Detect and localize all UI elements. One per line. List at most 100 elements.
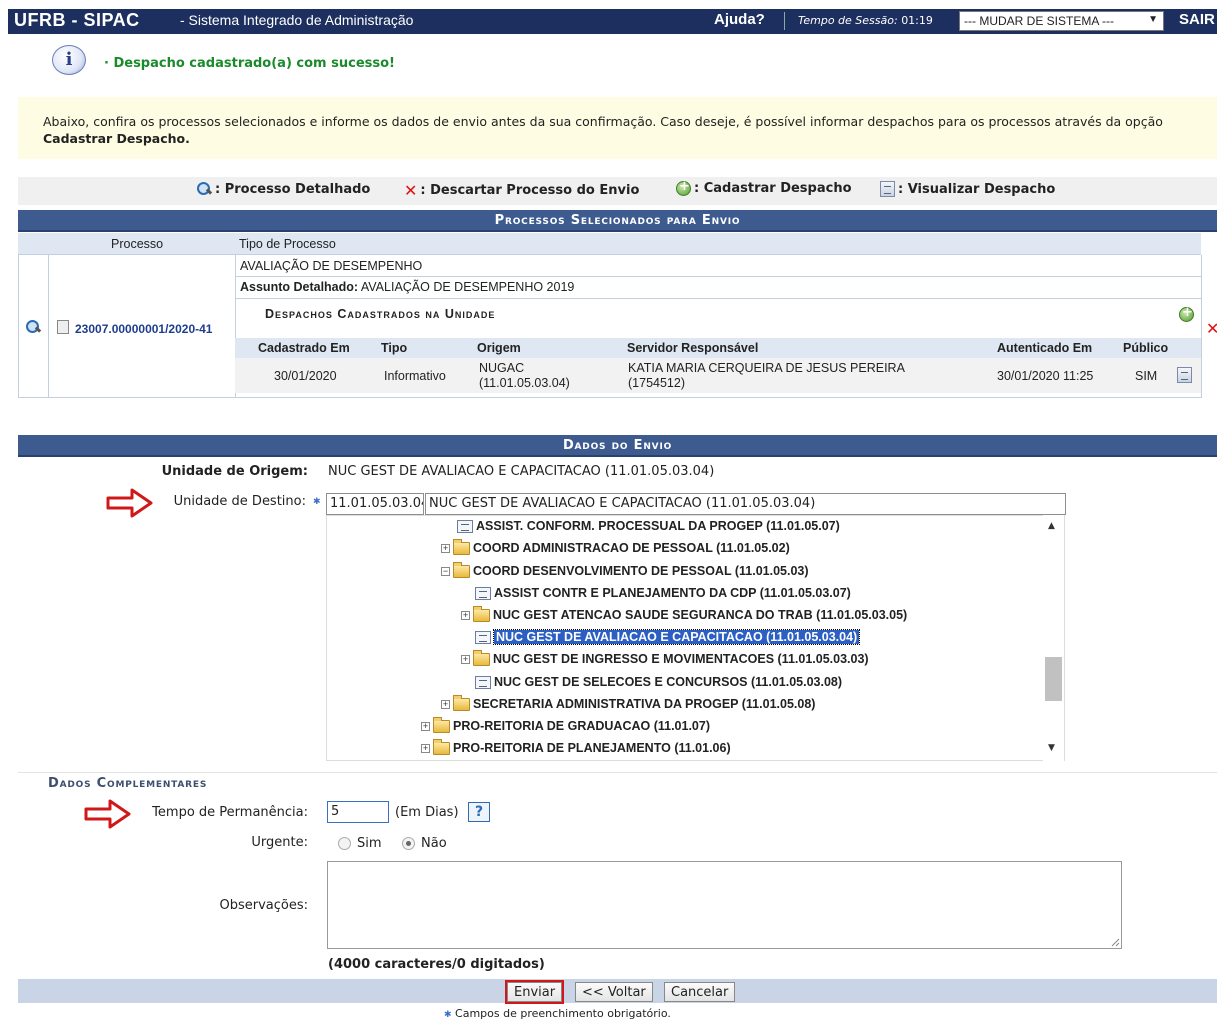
origin-unit-value: NUC GEST DE AVALIACAO E CAPACITACAO (11.… bbox=[328, 464, 715, 479]
dispatch-origin: NUGAC bbox=[479, 361, 525, 375]
top-bar: UFRB - SIPAC - Sistema Integrado de Admi… bbox=[8, 9, 1217, 34]
observations-label: Observações: bbox=[219, 898, 308, 913]
scroll-down-icon[interactable]: ▼ bbox=[1048, 743, 1055, 753]
unit-leaf-icon bbox=[475, 675, 491, 689]
system-select[interactable]: --- MUDAR DE SISTEMA --- ▼ bbox=[959, 11, 1164, 31]
tree-node[interactable]: + NUC GEST DE INGRESSO E MOVIMENTACOES (1… bbox=[461, 649, 869, 666]
unit-leaf-icon bbox=[475, 630, 491, 644]
urgent-no-radio[interactable]: Não bbox=[402, 836, 447, 851]
time-input[interactable]: 5 bbox=[327, 801, 389, 823]
success-message: · Despacho cadastrado(a) com sucesso! bbox=[104, 56, 395, 71]
time-label: Tempo de Permanência: bbox=[152, 805, 308, 820]
expand-icon[interactable]: + bbox=[461, 654, 470, 664]
tree-node[interactable]: NUC GEST DE SELECOES E CONCURSOS (11.01.… bbox=[475, 675, 842, 689]
dispatch-row: 30/01/2020 Informativo NUGAC (11.01.05.0… bbox=[235, 358, 1201, 393]
folder-icon bbox=[473, 649, 490, 666]
time-unit: (Em Dias) bbox=[395, 805, 459, 820]
col-origin: Origem bbox=[477, 341, 521, 355]
expand-icon[interactable]: + bbox=[421, 743, 430, 753]
printer-icon[interactable] bbox=[57, 320, 69, 334]
dispatch-public: SIM bbox=[1135, 369, 1158, 383]
tree-node[interactable]: + COORD ADMINISTRACAO DE PESSOAL (11.01.0… bbox=[441, 538, 790, 555]
instructions-box: Abaixo, confira os processos selecionado… bbox=[18, 97, 1217, 159]
magnifier-icon bbox=[196, 181, 212, 197]
info-icon: i bbox=[52, 45, 86, 75]
cancel-button[interactable]: Cancelar bbox=[664, 982, 736, 1002]
complement-section-title: Dados Complementares bbox=[48, 776, 208, 791]
dispatch-header-row: Cadastrado Em Tipo Origem Servidor Respo… bbox=[235, 338, 1201, 358]
add-dispatch-icon bbox=[676, 179, 691, 196]
unit-leaf-icon bbox=[457, 519, 473, 533]
folder-icon bbox=[453, 538, 470, 555]
dispatch-registered: 30/01/2020 bbox=[274, 369, 337, 383]
origin-unit-label: Unidade de Origem: bbox=[161, 464, 308, 479]
process-detail-button[interactable] bbox=[25, 319, 41, 335]
tree-node[interactable]: ASSIST CONTR E PLANEJAMENTO DA CDP (11.0… bbox=[475, 586, 851, 600]
col-registered: Cadastrado Em bbox=[258, 341, 350, 355]
col-type: Tipo bbox=[381, 341, 408, 355]
process-number-link[interactable]: 23007.00000001/2020-41 bbox=[75, 322, 212, 336]
expand-icon[interactable]: + bbox=[461, 610, 470, 620]
discard-x-icon: ✕ bbox=[404, 181, 418, 200]
help-link[interactable]: Ajuda? bbox=[714, 11, 765, 28]
col-process-type: Tipo de Processo bbox=[239, 237, 336, 251]
col-public: Público bbox=[1123, 341, 1169, 355]
resize-handle-icon[interactable] bbox=[1110, 937, 1120, 947]
destination-unit-label: Unidade de Destino: bbox=[173, 494, 306, 509]
scroll-thumb[interactable] bbox=[1045, 657, 1062, 701]
send-button[interactable]: Enviar bbox=[504, 980, 565, 1004]
tree-scrollbar[interactable]: ▲ ▼ bbox=[1043, 515, 1064, 761]
logout-link[interactable]: SAIR bbox=[1179, 11, 1215, 28]
tree-node-selected[interactable]: NUC GEST DE AVALIACAO E CAPACITACAO (11.… bbox=[475, 629, 861, 645]
dispatch-type: Informativo bbox=[384, 369, 446, 383]
session-timer: Tempo de Sessão: 01:19 bbox=[798, 14, 933, 27]
collapse-icon[interactable]: − bbox=[441, 566, 450, 576]
expand-icon[interactable]: + bbox=[421, 721, 430, 731]
char-counter: (4000 caracteres/0 digitados) bbox=[328, 957, 545, 972]
legend-detail: : Processo Detalhado bbox=[215, 181, 371, 197]
legend-register: : Cadastrar Despacho bbox=[694, 181, 852, 196]
urgent-label: Urgente: bbox=[251, 835, 308, 850]
tree-node[interactable]: + PRO-REITORIA DE GRADUACAO (11.01.07) bbox=[421, 716, 710, 733]
required-star-icon: ✱ bbox=[313, 497, 321, 507]
folder-icon bbox=[433, 738, 450, 755]
unit-tree[interactable]: ASSIST. CONFORM. PROCESSUAL DA PROGEP (1… bbox=[326, 515, 1065, 761]
chevron-down-icon: ▼ bbox=[1148, 14, 1158, 25]
observations-textarea[interactable] bbox=[327, 861, 1122, 949]
col-server: Servidor Responsável bbox=[627, 341, 759, 355]
add-dispatch-button[interactable] bbox=[1179, 305, 1194, 322]
processes-header-row: Processo Tipo de Processo bbox=[18, 233, 1201, 255]
system-name: - Sistema Integrado de Administração bbox=[180, 12, 414, 28]
destination-name-input[interactable]: NUC GEST DE AVALIACAO E CAPACITACAO (11.… bbox=[425, 493, 1066, 515]
destination-code-input[interactable]: 11.01.05.03.04 bbox=[326, 493, 424, 515]
processes-section-title: Processos Selecionados para Envio bbox=[18, 210, 1217, 232]
tree-node[interactable]: ASSIST. CONFORM. PROCESSUAL DA PROGEP (1… bbox=[457, 519, 840, 533]
folder-open-icon bbox=[453, 561, 470, 578]
subject-row: Assunto Detalhado: AVALIAÇÃO DE DESEMPEN… bbox=[240, 280, 575, 294]
legend-view: : Visualizar Despacho bbox=[898, 181, 1056, 197]
legend-discard: : Descartar Processo do Envio bbox=[420, 183, 640, 198]
folder-icon bbox=[433, 716, 450, 733]
view-document-icon bbox=[880, 181, 895, 197]
radio-icon[interactable] bbox=[338, 837, 351, 850]
required-note: ✱ Campos de preenchimento obrigatório. bbox=[444, 1007, 671, 1020]
view-dispatch-button[interactable] bbox=[1177, 367, 1192, 383]
help-icon[interactable]: ? bbox=[468, 802, 490, 822]
tree-node[interactable]: − COORD DESENVOLVIMENTO DE PESSOAL (11.01… bbox=[441, 561, 809, 578]
expand-icon[interactable]: + bbox=[441, 543, 450, 553]
process-type-value: AVALIAÇÃO DE DESEMPENHO bbox=[240, 259, 423, 273]
back-button[interactable]: << Voltar bbox=[575, 982, 653, 1002]
tree-node[interactable]: + PRO-REITORIA DE PLANEJAMENTO (11.01.06) bbox=[421, 738, 731, 755]
radio-checked-icon[interactable] bbox=[402, 837, 415, 850]
app-brand: UFRB - SIPAC bbox=[14, 10, 140, 30]
shipping-section-title: Dados do Envio bbox=[18, 435, 1217, 457]
discard-process-button[interactable]: ✕ bbox=[1206, 319, 1217, 338]
urgent-yes-radio[interactable]: Sim bbox=[338, 836, 382, 851]
col-process: Processo bbox=[111, 237, 164, 251]
expand-icon[interactable]: + bbox=[441, 699, 450, 709]
col-authenticated: Autenticado Em bbox=[997, 341, 1093, 355]
tree-node[interactable]: + NUC GEST ATENCAO SAUDE SEGURANCA DO TRA… bbox=[461, 605, 907, 622]
required-star-icon: ✱ bbox=[444, 1010, 452, 1020]
tree-node[interactable]: + SECRETARIA ADMINISTRATIVA DA PROGEP (11… bbox=[441, 694, 815, 711]
scroll-up-icon[interactable]: ▲ bbox=[1048, 521, 1055, 531]
